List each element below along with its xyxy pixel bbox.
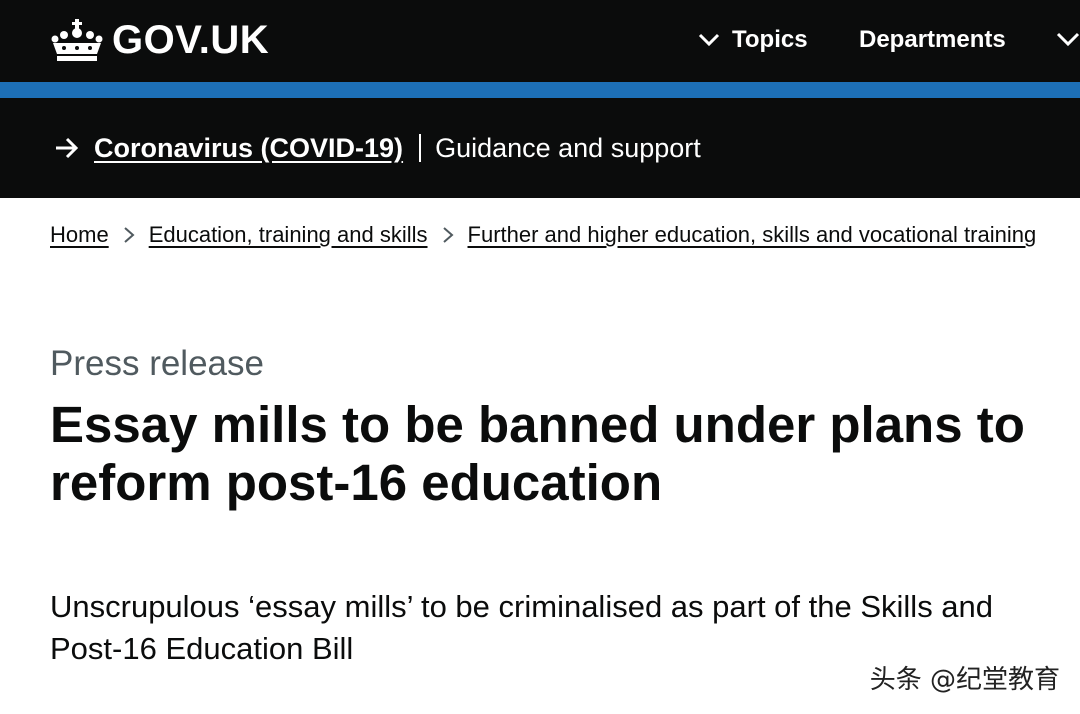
header-accent-bar bbox=[0, 82, 1080, 98]
nav-topics-button[interactable]: Topics bbox=[698, 22, 808, 58]
banner-divider bbox=[419, 134, 422, 162]
page-caption: Press release bbox=[50, 344, 264, 383]
breadcrumb-education[interactable]: Education, training and skills bbox=[149, 222, 428, 248]
watermark: 头条 @纪堂教育 bbox=[869, 665, 1060, 695]
breadcrumb-home[interactable]: Home bbox=[50, 222, 109, 248]
site-header: GOV.UK Topics Departments bbox=[0, 0, 1080, 82]
chevron-right-icon bbox=[442, 227, 454, 243]
breadcrumb: Home Education, training and skills Furt… bbox=[50, 222, 1036, 248]
chevron-down-icon[interactable] bbox=[1056, 32, 1080, 48]
nav-departments-label: Departments bbox=[859, 26, 1006, 53]
govuk-logo-link[interactable]: GOV.UK bbox=[50, 14, 269, 66]
covid-guidance-text: Guidance and support bbox=[435, 132, 701, 163]
breadcrumb-further-education[interactable]: Further and higher education, skills and… bbox=[468, 222, 1037, 248]
chevron-right-icon bbox=[124, 227, 135, 243]
covid-link[interactable]: Coronavirus (COVID-19) bbox=[94, 133, 403, 164]
nav-departments-button[interactable]: Departments bbox=[859, 22, 1006, 58]
page-title: Essay mills to be banned under plans to … bbox=[50, 396, 1025, 511]
nav-topics-label: Topics bbox=[732, 26, 808, 53]
covid-banner: Coronavirus (COVID-19) Guidance and supp… bbox=[0, 98, 1080, 198]
logo-text: GOV.UK bbox=[112, 17, 270, 62]
chevron-down-icon bbox=[698, 33, 720, 47]
page-lede: Unscrupulous ‘essay mills’ to be crimina… bbox=[50, 589, 994, 666]
arrow-right-icon bbox=[56, 137, 79, 159]
crown-icon bbox=[51, 19, 103, 61]
